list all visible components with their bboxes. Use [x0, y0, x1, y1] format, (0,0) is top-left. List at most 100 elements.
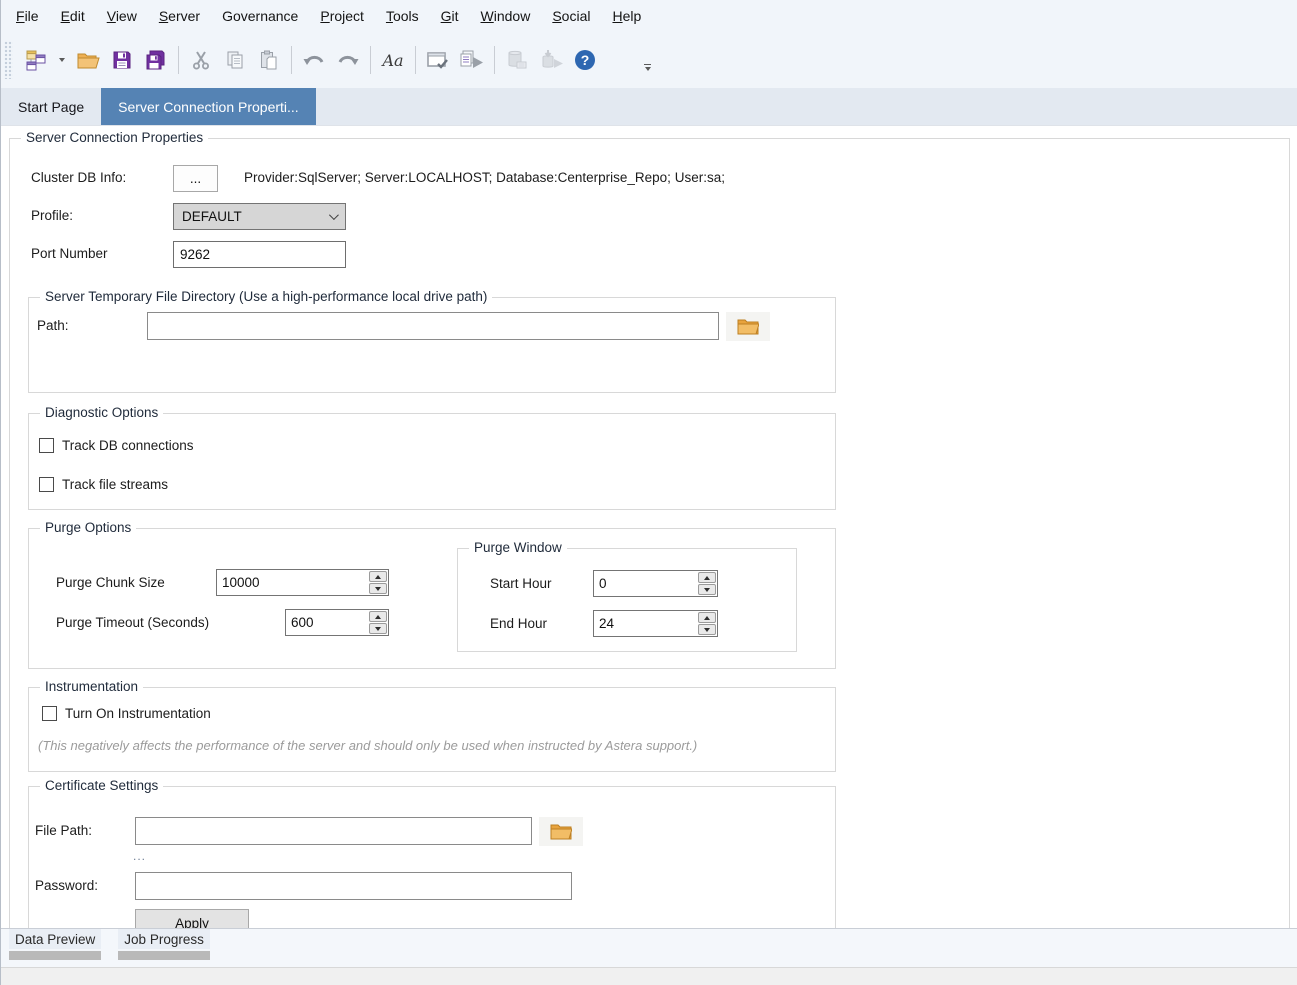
- new-flow-icon: [25, 49, 47, 71]
- purge-chunk-size-label: Purge Chunk Size: [56, 575, 165, 590]
- group-purge-options: Purge Options Purge Chunk Size Purge Tim…: [28, 528, 836, 669]
- certificate-settings-title: Certificate Settings: [40, 778, 163, 793]
- toolbar-overflow-button[interactable]: [644, 64, 651, 71]
- menu-edit[interactable]: Edit: [50, 4, 96, 28]
- paste-button[interactable]: [254, 44, 284, 76]
- chevron-down-icon: [329, 210, 339, 220]
- cut-icon: [190, 49, 212, 71]
- redo-button[interactable]: [333, 44, 363, 76]
- save-button[interactable]: [107, 44, 137, 76]
- menu-file[interactable]: File: [5, 4, 50, 28]
- turn-on-instrumentation-checkbox[interactable]: [42, 706, 57, 721]
- group-purge-window: Purge Window Start Hour End Hour: [457, 548, 797, 652]
- tab-data-preview[interactable]: Data Preview: [9, 929, 101, 960]
- overflow-icon: [644, 64, 651, 66]
- triangle-down-icon: [375, 587, 381, 591]
- spin-down-button[interactable]: [698, 624, 716, 635]
- open-folder-icon: [76, 49, 100, 71]
- spin-down-button[interactable]: [369, 583, 387, 594]
- triangle-up-icon: [704, 576, 710, 580]
- database-button[interactable]: [502, 44, 532, 76]
- cluster-db-info-text: Provider:SqlServer; Server:LOCALHOST; Da…: [244, 170, 725, 185]
- profile-label: Profile:: [31, 208, 73, 223]
- toolbar-separator: [178, 46, 179, 74]
- deploy-icon: [538, 49, 564, 71]
- menu-help[interactable]: Help: [601, 4, 652, 28]
- svg-text:?: ?: [581, 52, 590, 68]
- copy-icon: [224, 49, 246, 71]
- main-toolbar: Aa: [1, 32, 1297, 88]
- spin-up-button[interactable]: [698, 572, 716, 583]
- spin-up-button[interactable]: [369, 611, 387, 622]
- tab-server-connection-properties[interactable]: Server Connection Properti...: [101, 88, 316, 125]
- toolbar-separator: [415, 46, 416, 74]
- turn-on-instrumentation-label: Turn On Instrumentation: [65, 706, 211, 721]
- track-db-connections-checkbox[interactable]: [39, 438, 54, 453]
- verify-button[interactable]: [423, 44, 453, 76]
- certificate-password-input[interactable]: [135, 872, 572, 900]
- path-label: Path:: [37, 318, 69, 333]
- run-documents-icon: [459, 49, 485, 71]
- purge-chunk-size-input[interactable]: [217, 570, 368, 595]
- menu-server[interactable]: Server: [148, 4, 211, 28]
- deploy-button[interactable]: [536, 44, 566, 76]
- tab-indicator-bar: [118, 951, 210, 960]
- file-path-label: File Path:: [35, 823, 92, 838]
- spin-up-button[interactable]: [698, 612, 716, 623]
- document-tab-strip: Start Page Server Connection Properti...: [1, 88, 1297, 126]
- new-dropdown-button[interactable]: [55, 44, 69, 76]
- new-document-button[interactable]: [21, 44, 51, 76]
- database-icon: [505, 49, 529, 71]
- menu-governance[interactable]: Governance: [211, 4, 309, 28]
- spin-down-button[interactable]: [698, 584, 716, 595]
- tab-job-progress[interactable]: Job Progress: [118, 929, 210, 960]
- port-number-input[interactable]: [173, 241, 346, 268]
- browse-temp-path-button[interactable]: [726, 312, 770, 341]
- triangle-up-icon: [375, 575, 381, 579]
- menu-window[interactable]: Window: [470, 4, 542, 28]
- copy-button[interactable]: [220, 44, 250, 76]
- certificate-file-path-input[interactable]: [135, 817, 532, 845]
- menu-tools[interactable]: Tools: [375, 4, 430, 28]
- save-all-button[interactable]: [141, 44, 171, 76]
- temp-directory-title: Server Temporary File Directory (Use a h…: [40, 289, 492, 304]
- status-bar: [1, 967, 1297, 985]
- spin-down-button[interactable]: [369, 623, 387, 634]
- start-hour-spinner: [593, 570, 718, 597]
- tab-indicator-bar: [9, 951, 101, 960]
- menu-social[interactable]: Social: [541, 4, 601, 28]
- instrumentation-note: (This negatively affects the performance…: [38, 738, 697, 753]
- tab-start-page[interactable]: Start Page: [1, 88, 101, 125]
- toolbar-separator: [494, 46, 495, 74]
- apply-button[interactable]: Apply: [135, 909, 249, 928]
- temp-path-input[interactable]: [147, 312, 719, 340]
- browse-certificate-button[interactable]: [539, 817, 583, 846]
- spin-up-button[interactable]: [369, 571, 387, 582]
- end-hour-input[interactable]: [594, 611, 697, 636]
- help-icon: ?: [573, 48, 597, 72]
- open-button[interactable]: [73, 44, 103, 76]
- instrumentation-title: Instrumentation: [40, 679, 143, 694]
- track-file-streams-checkbox[interactable]: [39, 477, 54, 492]
- run-button[interactable]: [457, 44, 487, 76]
- paste-icon: [258, 49, 280, 71]
- purge-timeout-input[interactable]: [286, 610, 368, 635]
- menu-project[interactable]: Project: [309, 4, 375, 28]
- purge-chunk-size-spinner: [216, 569, 389, 596]
- purge-window-title: Purge Window: [469, 540, 567, 555]
- triangle-down-icon: [704, 588, 710, 592]
- undo-button[interactable]: [299, 44, 329, 76]
- server-connection-properties-page: Server Connection Properties Cluster DB …: [1, 127, 1297, 928]
- font-button[interactable]: Aa: [378, 44, 408, 76]
- toolbar-grip[interactable]: [4, 41, 13, 79]
- start-hour-input[interactable]: [594, 571, 697, 596]
- help-button[interactable]: ?: [570, 44, 600, 76]
- cluster-db-info-button[interactable]: ...: [173, 165, 218, 192]
- menu-git[interactable]: Git: [430, 4, 470, 28]
- folder-icon: [550, 823, 572, 840]
- password-label: Password:: [35, 878, 98, 893]
- menu-view[interactable]: View: [96, 4, 148, 28]
- track-db-connections-label: Track DB connections: [62, 438, 194, 453]
- cut-button[interactable]: [186, 44, 216, 76]
- profile-select[interactable]: DEFAULT: [173, 203, 346, 230]
